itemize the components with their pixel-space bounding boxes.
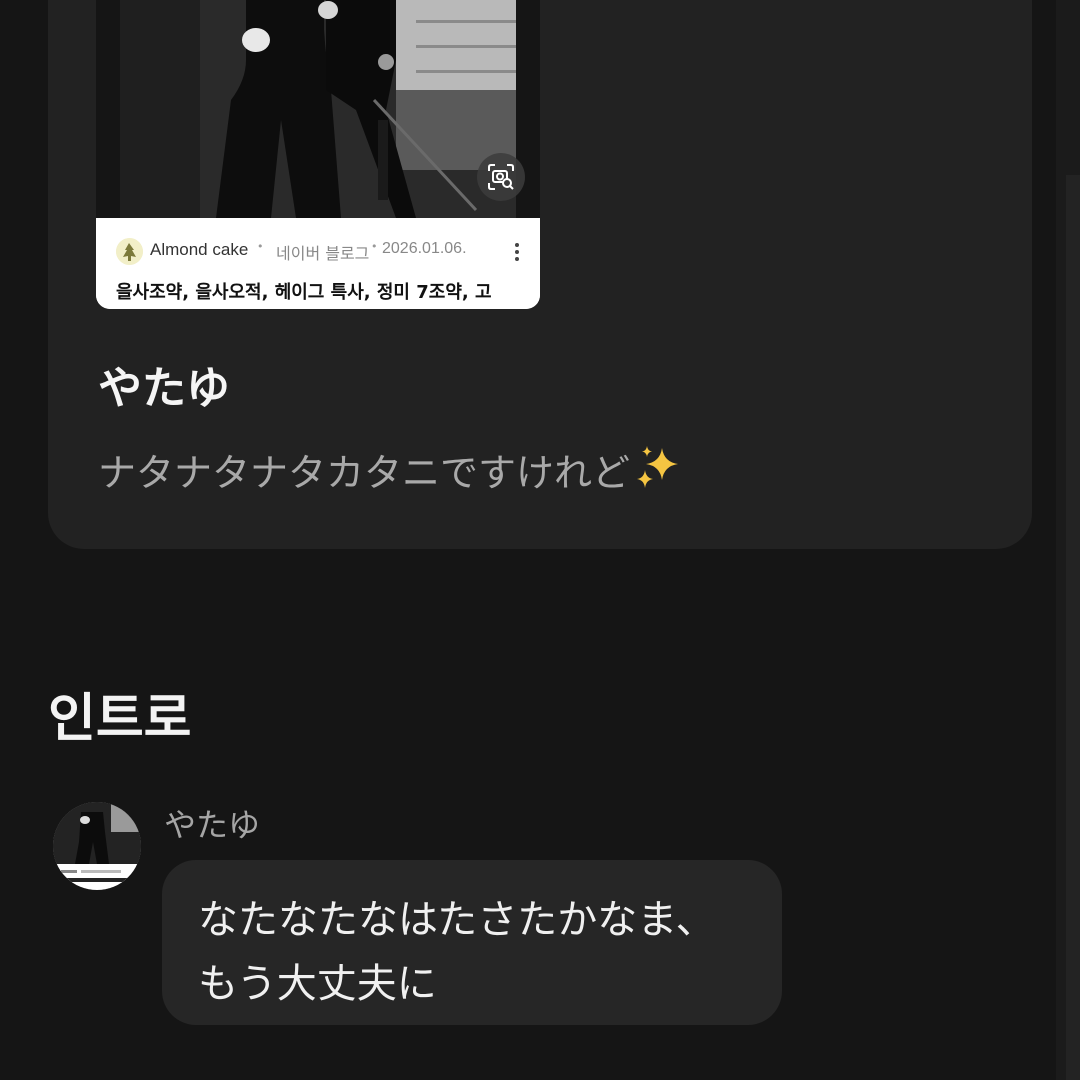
- avatar-photo-icon[interactable]: [53, 802, 141, 890]
- post-text: ナタナタナタカタニですけれど: [98, 442, 684, 497]
- separator-dot: •: [257, 240, 264, 253]
- source-platform: 네이버 블로그: [276, 244, 370, 263]
- chat-message-line: もう大丈夫に: [198, 961, 437, 1007]
- chat-message-line: なたなたなはたさたかなま、: [198, 897, 716, 943]
- source-name: Almond cake: [150, 240, 249, 259]
- source-date: 2026.01.06.: [382, 240, 467, 257]
- section-title: 인트로: [48, 689, 192, 749]
- more-vertical-icon[interactable]: [508, 240, 526, 262]
- preview-photo[interactable]: [96, 0, 540, 218]
- separator-dot: •: [371, 240, 378, 253]
- sparkles-icon: [632, 442, 684, 494]
- post-text-content: ナタナタナタカタニですけれど: [98, 451, 631, 495]
- chat-message-bubble[interactable]: なたなたなはたさたかなま、 もう大丈夫に: [162, 860, 782, 1025]
- image-search-icon[interactable]: [477, 153, 525, 201]
- link-preview-card[interactable]: Almond cake • 네이버 블로그 • 2026.01.06. 을사조약…: [96, 0, 540, 309]
- scrollbar-track[interactable]: [1066, 175, 1080, 1080]
- link-title[interactable]: 을사조약, 을사오적, 헤이그 특사, 정미 7조약, 고: [116, 278, 540, 304]
- link-meta: Almond cake • 네이버 블로그 • 2026.01.06. 을사조약…: [96, 218, 540, 309]
- post-author: やたゆ: [98, 363, 230, 414]
- source-avatar-icon: [116, 238, 143, 265]
- chat-author-name: やたゆ: [164, 806, 261, 844]
